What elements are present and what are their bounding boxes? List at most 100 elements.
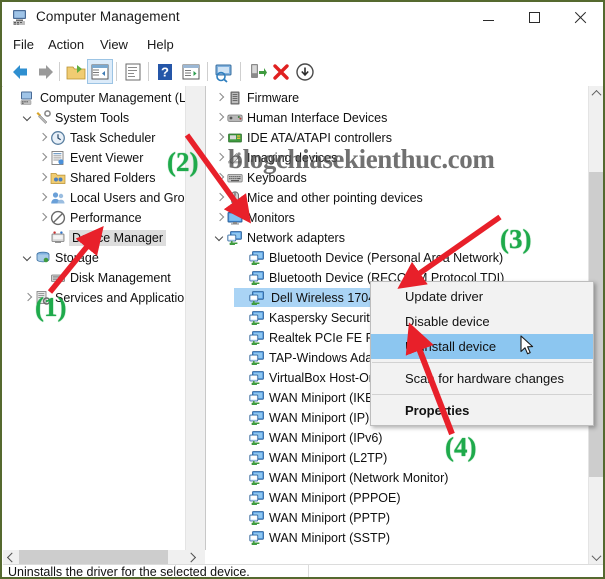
chevron-right-icon[interactable] [214, 92, 226, 104]
users-icon [50, 190, 66, 206]
chevron-right-icon[interactable] [37, 172, 49, 184]
network-adapter-icon [249, 330, 265, 346]
tree-item-label: System Tools [55, 110, 130, 125]
tree-item[interactable]: Device Manager [37, 228, 167, 247]
scroll-down-icon[interactable] [589, 550, 603, 564]
tree-item[interactable]: Shared Folders [37, 168, 155, 187]
maximize-button[interactable] [511, 2, 557, 33]
tree-item-label: Network adapters [247, 230, 345, 245]
chevron-placeholder [7, 92, 19, 104]
chevron-down-icon[interactable] [22, 112, 34, 124]
tree-item[interactable]: System Tools [22, 108, 129, 127]
event-viewer-icon [50, 150, 66, 166]
monitor-icon [227, 210, 243, 226]
tree-item[interactable]: Computer Management (Local [7, 88, 199, 107]
disable-device-icon[interactable] [294, 61, 316, 83]
chevron-right-icon[interactable] [214, 172, 226, 184]
show-hide-console-tree-icon [89, 61, 111, 83]
horizontal-scroll-thumb[interactable] [19, 550, 168, 564]
tree-item[interactable]: WAN Miniport (IKEv2) [236, 388, 391, 407]
tree-item[interactable]: Keyboards [214, 168, 307, 187]
back-arrow-icon[interactable] [9, 61, 31, 83]
tree-item-label: IDE ATA/ATAPI controllers [247, 130, 392, 145]
tree-item-label: WAN Miniport (PPPOE) [269, 490, 401, 505]
window-title: Computer Management [36, 9, 180, 24]
chevron-placeholder [236, 432, 248, 444]
tree-item[interactable]: Performance [37, 208, 142, 227]
menu-help[interactable]: Help [147, 37, 174, 55]
chevron-placeholder [236, 472, 248, 484]
scroll-right-icon[interactable] [185, 550, 199, 564]
device-context-menu[interactable]: Update driver Disable device Uninstall dev… [370, 281, 594, 426]
chevron-placeholder [236, 272, 248, 284]
computer-management-icon [12, 9, 30, 26]
context-menu-item[interactable]: Scan for hardware changes [371, 366, 593, 391]
performance-icon [50, 210, 66, 226]
scroll-left-icon[interactable] [3, 550, 17, 564]
tree-item[interactable]: WAN Miniport (Network Monitor) [236, 468, 448, 487]
tree-item[interactable]: Human Interface Devices [214, 108, 387, 127]
update-driver-icon[interactable] [246, 61, 268, 83]
tree-item[interactable]: IDE ATA/ATAPI controllers [214, 128, 392, 147]
minimize-button[interactable] [465, 2, 511, 33]
tree-item[interactable]: Monitors [214, 208, 295, 227]
left-pane-horizontal-scrollbar[interactable] [3, 550, 199, 564]
tree-item[interactable]: WAN Miniport (PPPOE) [236, 488, 401, 507]
tree-item[interactable]: Disk Management [37, 268, 171, 287]
chevron-right-icon[interactable] [37, 152, 49, 164]
chevron-placeholder [236, 332, 248, 344]
tree-item[interactable]: WAN Miniport (IP) [236, 408, 369, 427]
chevron-placeholder [236, 532, 248, 544]
keyboard-icon [227, 170, 243, 186]
tree-item[interactable]: Bluetooth Device (Personal Area Network) [236, 248, 503, 267]
close-button[interactable] [557, 2, 603, 33]
scan-hardware-changes-icon[interactable] [213, 61, 235, 83]
chevron-right-icon[interactable] [214, 192, 226, 204]
show-hide-action-pane-icon[interactable] [180, 61, 202, 83]
help-icon[interactable]: ? [154, 61, 176, 83]
chevron-right-icon[interactable] [214, 132, 226, 144]
tree-item[interactable]: WAN Miniport (SSTP) [236, 528, 390, 547]
forward-arrow-icon[interactable] [35, 61, 57, 83]
context-menu-item[interactable]: Properties [371, 398, 593, 423]
tree-item[interactable]: Print queues [214, 548, 317, 550]
scroll-up-icon[interactable] [589, 86, 603, 100]
context-menu-separator [372, 394, 592, 395]
tree-item[interactable]: Imaging devices [214, 148, 337, 167]
tree-item[interactable]: Event Viewer [37, 148, 143, 167]
tree-item-label: Mice and other pointing devices [247, 190, 423, 205]
tree-item-label: WAN Miniport (IPv6) [269, 430, 383, 445]
context-menu-item[interactable]: Disable device [371, 309, 593, 334]
chevron-down-icon[interactable] [214, 232, 226, 244]
chevron-down-icon[interactable] [22, 252, 34, 264]
properties-icon[interactable] [122, 61, 144, 83]
tree-item[interactable]: Mice and other pointing devices [214, 188, 423, 207]
maximize-icon [528, 12, 540, 23]
context-menu-item[interactable]: Uninstall device [371, 334, 593, 359]
chevron-right-icon[interactable] [214, 112, 226, 124]
tree-item[interactable]: WAN Miniport (PPTP) [236, 508, 390, 527]
uninstall-device-icon[interactable] [270, 61, 292, 83]
network-adapter-icon [249, 250, 265, 266]
tree-item[interactable]: Services and Applications [22, 288, 197, 307]
chevron-right-icon[interactable] [37, 192, 49, 204]
console-tree-pane[interactable]: Computer Management (Local System Tools Ta… [3, 86, 199, 550]
menu-action[interactable]: Action [48, 37, 84, 55]
tree-item[interactable]: Firmware [214, 88, 299, 107]
tree-item[interactable]: Network adapters [214, 228, 345, 247]
tree-item[interactable]: WAN Miniport (IPv6) [236, 428, 382, 447]
menu-view[interactable]: View [100, 37, 128, 55]
chevron-right-icon[interactable] [22, 292, 34, 304]
chevron-right-icon[interactable] [37, 212, 49, 224]
up-folder-icon[interactable] [65, 61, 87, 83]
context-menu-item[interactable]: Update driver [371, 284, 593, 309]
tree-item[interactable]: Local Users and Groups [37, 188, 199, 207]
menu-file[interactable]: File [13, 37, 34, 55]
chevron-right-icon[interactable] [37, 132, 49, 144]
tree-item[interactable]: Task Scheduler [37, 128, 155, 147]
left-pane-vertical-scrollbar[interactable] [185, 86, 200, 550]
chevron-right-icon[interactable] [214, 152, 226, 164]
tree-item[interactable]: Storage [22, 248, 99, 267]
chevron-right-icon[interactable] [214, 212, 226, 224]
tree-item[interactable]: WAN Miniport (L2TP) [236, 448, 387, 467]
